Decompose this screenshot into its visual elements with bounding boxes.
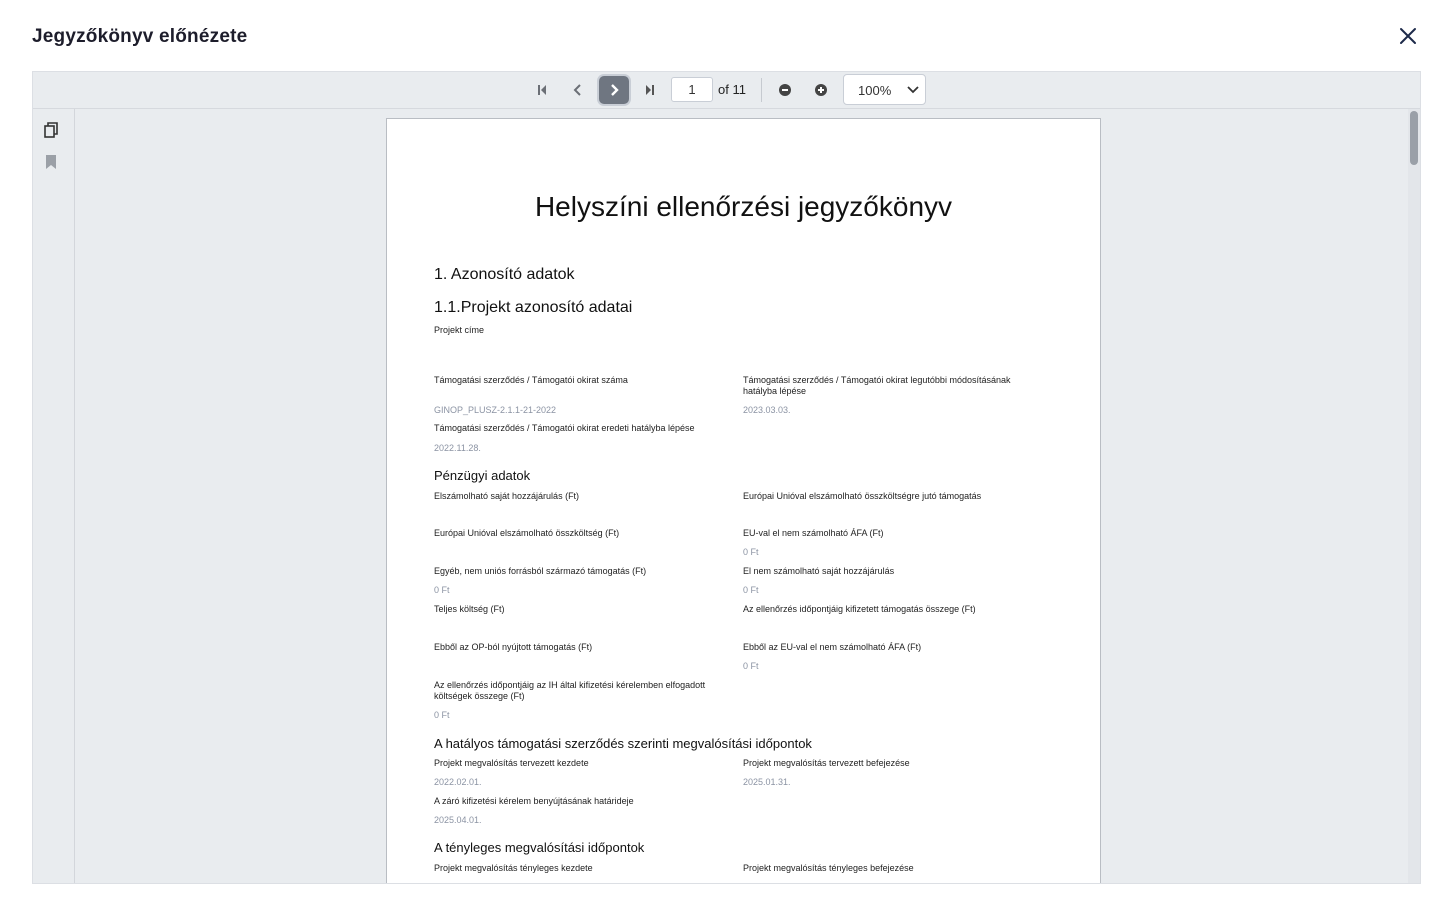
contract-orig-label: Támogatási szerződés / Támogatói okirat … [434,423,695,433]
op-support-label: Ebből az OP-ból nyújtott támogatás (Ft) [434,642,593,652]
zoom-out-icon [779,84,791,96]
eu-support-label: Európai Unióval elszámolható összköltség… [743,491,982,501]
eu-vat-label: Ebből az EU-val el nem számolható ÁFA (F… [743,642,922,652]
first-page-button[interactable] [527,76,557,104]
actual-start-label: Projekt megvalósítás tényleges kezdete [434,863,593,873]
eu-nonvat-value: 0 Ft [743,547,759,557]
document-title: Helyszíni ellenőrzési jegyzőkönyv [534,191,953,222]
planned-start-value: 2022.02.01. [434,777,482,787]
toolbar-divider [761,78,762,102]
document-page: Helyszíni ellenőrzési jegyzőkönyv 1. Azo… [386,118,1101,883]
close-icon [1400,28,1416,44]
contract-number-value: GINOP_PLUSZ-2.1.1-21-2022 [434,405,557,415]
pdf-toolbar: 1 of 11 100% [33,72,1420,109]
last-page-button[interactable] [635,76,665,104]
pdf-sidebar [33,109,75,883]
contract-mod-value: 2023.03.03. [743,405,791,415]
own-contribution-label: Elszámolható saját hozzájárulás (Ft) [434,491,580,501]
zoom-in-button[interactable] [806,76,836,104]
financial-heading: Pénzügyi adatok [434,468,531,483]
last-page-icon [646,85,654,95]
planned-start-label: Projekt megvalósítás tervezett kezdete [434,758,589,768]
modal-title: Jegyzőkönyv előnézete [32,26,248,47]
bookmark-icon [46,155,56,169]
subsection-heading-project: 1.1.Projekt azonosító adatai [434,299,633,316]
accepted-costs-label: Az ellenőrzés időpontjáig az IH által ki… [434,680,706,701]
scrollbar-thumb[interactable] [1410,111,1418,165]
bookmarks-button[interactable] [43,154,59,170]
planned-end-label: Projekt megvalósítás tervezett befejezés… [743,758,910,768]
eu-total-label: Európai Unióval elszámolható összköltség… [434,528,620,538]
previous-page-button[interactable] [563,76,593,104]
actual-heading: A tényleges megvalósítási időpontok [434,840,645,855]
eu-nonvat-label: EU-val el nem számolható ÁFA (Ft) [743,528,884,538]
page-count-label: of 11 [718,82,746,97]
chevron-left-icon [573,84,581,96]
page-number-input[interactable]: 1 [671,77,713,102]
final-claim-label: A záró kifizetési kérelem benyújtásának … [434,796,634,806]
zoom-in-icon [815,84,827,96]
accepted-costs-value: 0 Ft [434,710,450,720]
other-support-label: Egyéb, nem uniós forrásból származó támo… [434,566,647,576]
non-own-label: El nem számolható saját hozzájárulás [743,566,895,576]
non-own-value: 0 Ft [743,585,759,595]
first-page-icon [538,85,546,95]
next-page-button[interactable] [599,76,629,104]
thumbnails-button[interactable] [43,122,59,138]
other-support-value: 0 Ft [434,585,450,595]
planned-end-value: 2025.01.31. [743,777,791,787]
contract-mod-label: Támogatási szerződés / Támogatói okirat … [743,375,1011,396]
eu-vat-value: 0 Ft [743,661,759,671]
actual-end-label: Projekt megvalósítás tényleges befejezés… [743,863,914,873]
zoom-select[interactable]: 100% [843,74,926,105]
pdf-viewer: 1 of 11 100% Helyszíni ellenőrzési jegyz… [32,71,1421,884]
zoom-out-button[interactable] [770,76,800,104]
copy-pages-icon [44,122,58,138]
final-claim-value: 2025.04.01. [434,815,482,825]
section-heading-identifiers: 1. Azonosító adatok [434,266,575,283]
deadlines-heading: A hatályos támogatási szerződés szerinti… [434,736,812,751]
vertical-scrollbar[interactable] [1408,109,1420,883]
close-button[interactable] [1396,24,1420,48]
total-cost-label: Teljes költség (Ft) [434,604,505,614]
chevron-right-icon [611,84,619,96]
contract-number-label: Támogatási szerződés / Támogatói okirat … [434,375,628,385]
project-title-label: Projekt címe [434,325,485,335]
paid-support-label: Az ellenőrzés időpontjáig kifizetett tám… [743,604,976,614]
zoom-value: 100% [858,83,892,98]
contract-orig-value: 2022.11.28. [434,443,481,453]
chevron-down-icon [907,86,919,94]
